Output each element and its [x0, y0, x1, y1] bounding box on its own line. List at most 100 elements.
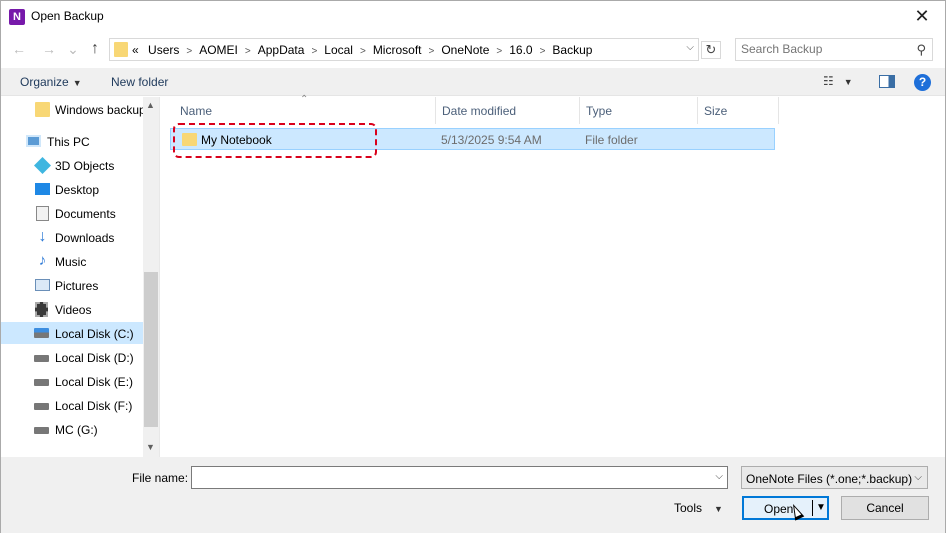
drive-icon	[34, 328, 49, 338]
nav-item-pictures[interactable]: Pictures	[1, 274, 143, 296]
folder-icon	[35, 102, 50, 117]
column-header-label: Name	[180, 104, 213, 118]
nav-item-label: Videos	[55, 303, 92, 317]
crumb-backup[interactable]: Backup	[552, 43, 592, 57]
search-icon[interactable]: ⚲	[916, 42, 926, 58]
up-button[interactable]: ↑	[85, 39, 105, 59]
column-header-type[interactable]: Type	[580, 97, 698, 124]
navigation-pane[interactable]: Windows backup This PC 3D Objects Deskto…	[1, 97, 159, 457]
crumb-local[interactable]: Local	[324, 43, 353, 57]
nav-item-mc-g[interactable]: MC (G:)	[1, 418, 143, 440]
file-list[interactable]: ⌃ Name Date modified Type Size My Notebo…	[159, 94, 945, 457]
forward-button[interactable]: →	[39, 39, 59, 59]
tools-button[interactable]: Tools ▼	[674, 501, 723, 515]
nav-item-3d-objects[interactable]: 3D Objects	[1, 154, 143, 176]
chevron-right-icon[interactable]: >	[540, 46, 546, 57]
column-header-name[interactable]: Name	[174, 97, 436, 124]
nav-item-label: Local Disk (F:)	[55, 399, 133, 413]
nav-item-local-disk-e[interactable]: Local Disk (E:)	[1, 370, 143, 392]
nav-item-local-disk-c[interactable]: Local Disk (C:)	[1, 322, 143, 344]
nav-item-label: 3D Objects	[55, 159, 115, 173]
crumb-user[interactable]: AOMEI	[199, 43, 238, 57]
column-header-date-modified[interactable]: Date modified	[436, 97, 580, 124]
nav-pane-scrollbar[interactable]: ▲ ▼	[143, 97, 159, 457]
nav-item-label: Windows backup	[55, 103, 146, 117]
chevron-right-icon[interactable]: >	[245, 46, 251, 57]
caret-down-icon[interactable]: ▼	[816, 502, 826, 513]
downloads-icon: ↓	[38, 228, 47, 245]
music-icon: ♪	[38, 252, 47, 269]
file-name-field[interactable]: ⌵	[191, 466, 728, 489]
drive-icon	[34, 427, 49, 434]
dialog-footer: File name: ⌵ OneNote Files (*.one;*.back…	[1, 457, 945, 533]
column-header-size[interactable]: Size	[698, 97, 779, 124]
search-box[interactable]: ⚲	[735, 38, 933, 61]
nav-item-label: Local Disk (D:)	[55, 351, 134, 365]
back-button[interactable]: ←	[9, 39, 29, 59]
nav-item-documents[interactable]: Documents	[1, 202, 143, 224]
close-button[interactable]: ✕	[899, 1, 945, 33]
drive-icon	[34, 379, 49, 386]
open-button[interactable]: Open ▼	[742, 496, 829, 520]
search-input[interactable]	[736, 39, 906, 59]
file-name-label: File name:	[132, 471, 189, 485]
nav-item-videos[interactable]: Videos	[1, 298, 143, 320]
chevron-right-icon[interactable]: >	[496, 46, 502, 57]
nav-item-windows-backup[interactable]: Windows backup	[1, 98, 146, 120]
crumb-microsoft[interactable]: Microsoft	[373, 43, 422, 57]
crumb-users[interactable]: Users	[148, 43, 179, 57]
chevron-right-icon[interactable]: >	[186, 46, 192, 57]
nav-item-label: Music	[55, 255, 87, 269]
nav-item-this-pc[interactable]: This PC	[1, 130, 143, 152]
preview-pane-icon[interactable]	[879, 75, 895, 88]
chevron-right-icon[interactable]: >	[429, 46, 435, 57]
crumb-version[interactable]: 16.0	[509, 43, 532, 57]
nav-item-desktop[interactable]: Desktop	[1, 178, 143, 200]
file-type-select[interactable]: OneNote Files (*.one;*.backup) ⌵	[741, 466, 928, 489]
nav-item-music[interactable]: ♪ Music	[1, 250, 143, 272]
drive-icon	[34, 403, 49, 410]
scrollbar-thumb[interactable]	[144, 272, 158, 427]
scroll-down-icon[interactable]: ▼	[146, 442, 155, 452]
nav-item-label: Local Disk (C:)	[55, 327, 134, 341]
chevron-right-icon[interactable]: >	[311, 46, 317, 57]
caret-down-icon: ▼	[72, 78, 82, 88]
help-icon[interactable]: ?	[914, 74, 931, 91]
nav-item-downloads[interactable]: ↓ Downloads	[1, 226, 143, 248]
organize-button[interactable]: Organize ▼	[20, 75, 82, 89]
nav-item-label: MC (G:)	[55, 423, 98, 437]
dialog-title: Open Backup	[31, 9, 104, 23]
documents-icon	[36, 206, 49, 221]
crumb-onenote[interactable]: OneNote	[441, 43, 489, 57]
file-type-value: OneNote Files (*.one;*.backup)	[746, 472, 913, 486]
address-row: ← → ⌄ ↑ « Users > AOMEI > AppData > Local > Micr…	[1, 35, 945, 63]
address-bar[interactable]: « Users > AOMEI > AppData > Local > Microsoft > On…	[109, 38, 699, 61]
scroll-up-icon[interactable]: ▲	[146, 100, 155, 110]
nav-item-label: This PC	[47, 135, 90, 149]
organize-label: Organize	[20, 75, 69, 89]
onenote-app-icon: N	[9, 9, 25, 25]
red-dashed-highlight	[173, 123, 377, 158]
nav-item-local-disk-f[interactable]: Local Disk (F:)	[1, 394, 143, 416]
pictures-icon	[35, 279, 50, 291]
drive-icon	[34, 355, 49, 362]
new-folder-button[interactable]: New folder	[111, 75, 168, 89]
3d-objects-icon	[34, 157, 51, 174]
column-header-label: Date modified	[442, 104, 517, 118]
nav-item-label: Pictures	[55, 279, 99, 293]
column-header-label: Size	[704, 104, 728, 118]
pc-icon	[26, 135, 41, 147]
chevron-down-icon[interactable]: ⌵	[686, 42, 694, 53]
date-modified-cell: 5/13/2025 9:54 AM	[441, 133, 542, 147]
nav-item-local-disk-d[interactable]: Local Disk (D:)	[1, 346, 143, 368]
change-view-button[interactable]: ☷ ▼	[823, 74, 853, 88]
crumb-appdata[interactable]: AppData	[258, 43, 305, 57]
recent-locations-button[interactable]: ⌄	[63, 39, 83, 59]
cancel-button[interactable]: Cancel	[841, 496, 929, 520]
breadcrumb-overflow[interactable]: «	[132, 43, 139, 57]
open-backup-dialog: N Open Backup ✕ ← → ⌄ ↑ « Users > AOMEI > Ap…	[0, 0, 946, 533]
chevron-down-icon[interactable]: ⌵	[715, 471, 723, 482]
chevron-right-icon[interactable]: >	[360, 46, 366, 57]
caret-down-icon: ▼	[843, 77, 853, 87]
refresh-button[interactable]: ↻	[701, 41, 721, 59]
